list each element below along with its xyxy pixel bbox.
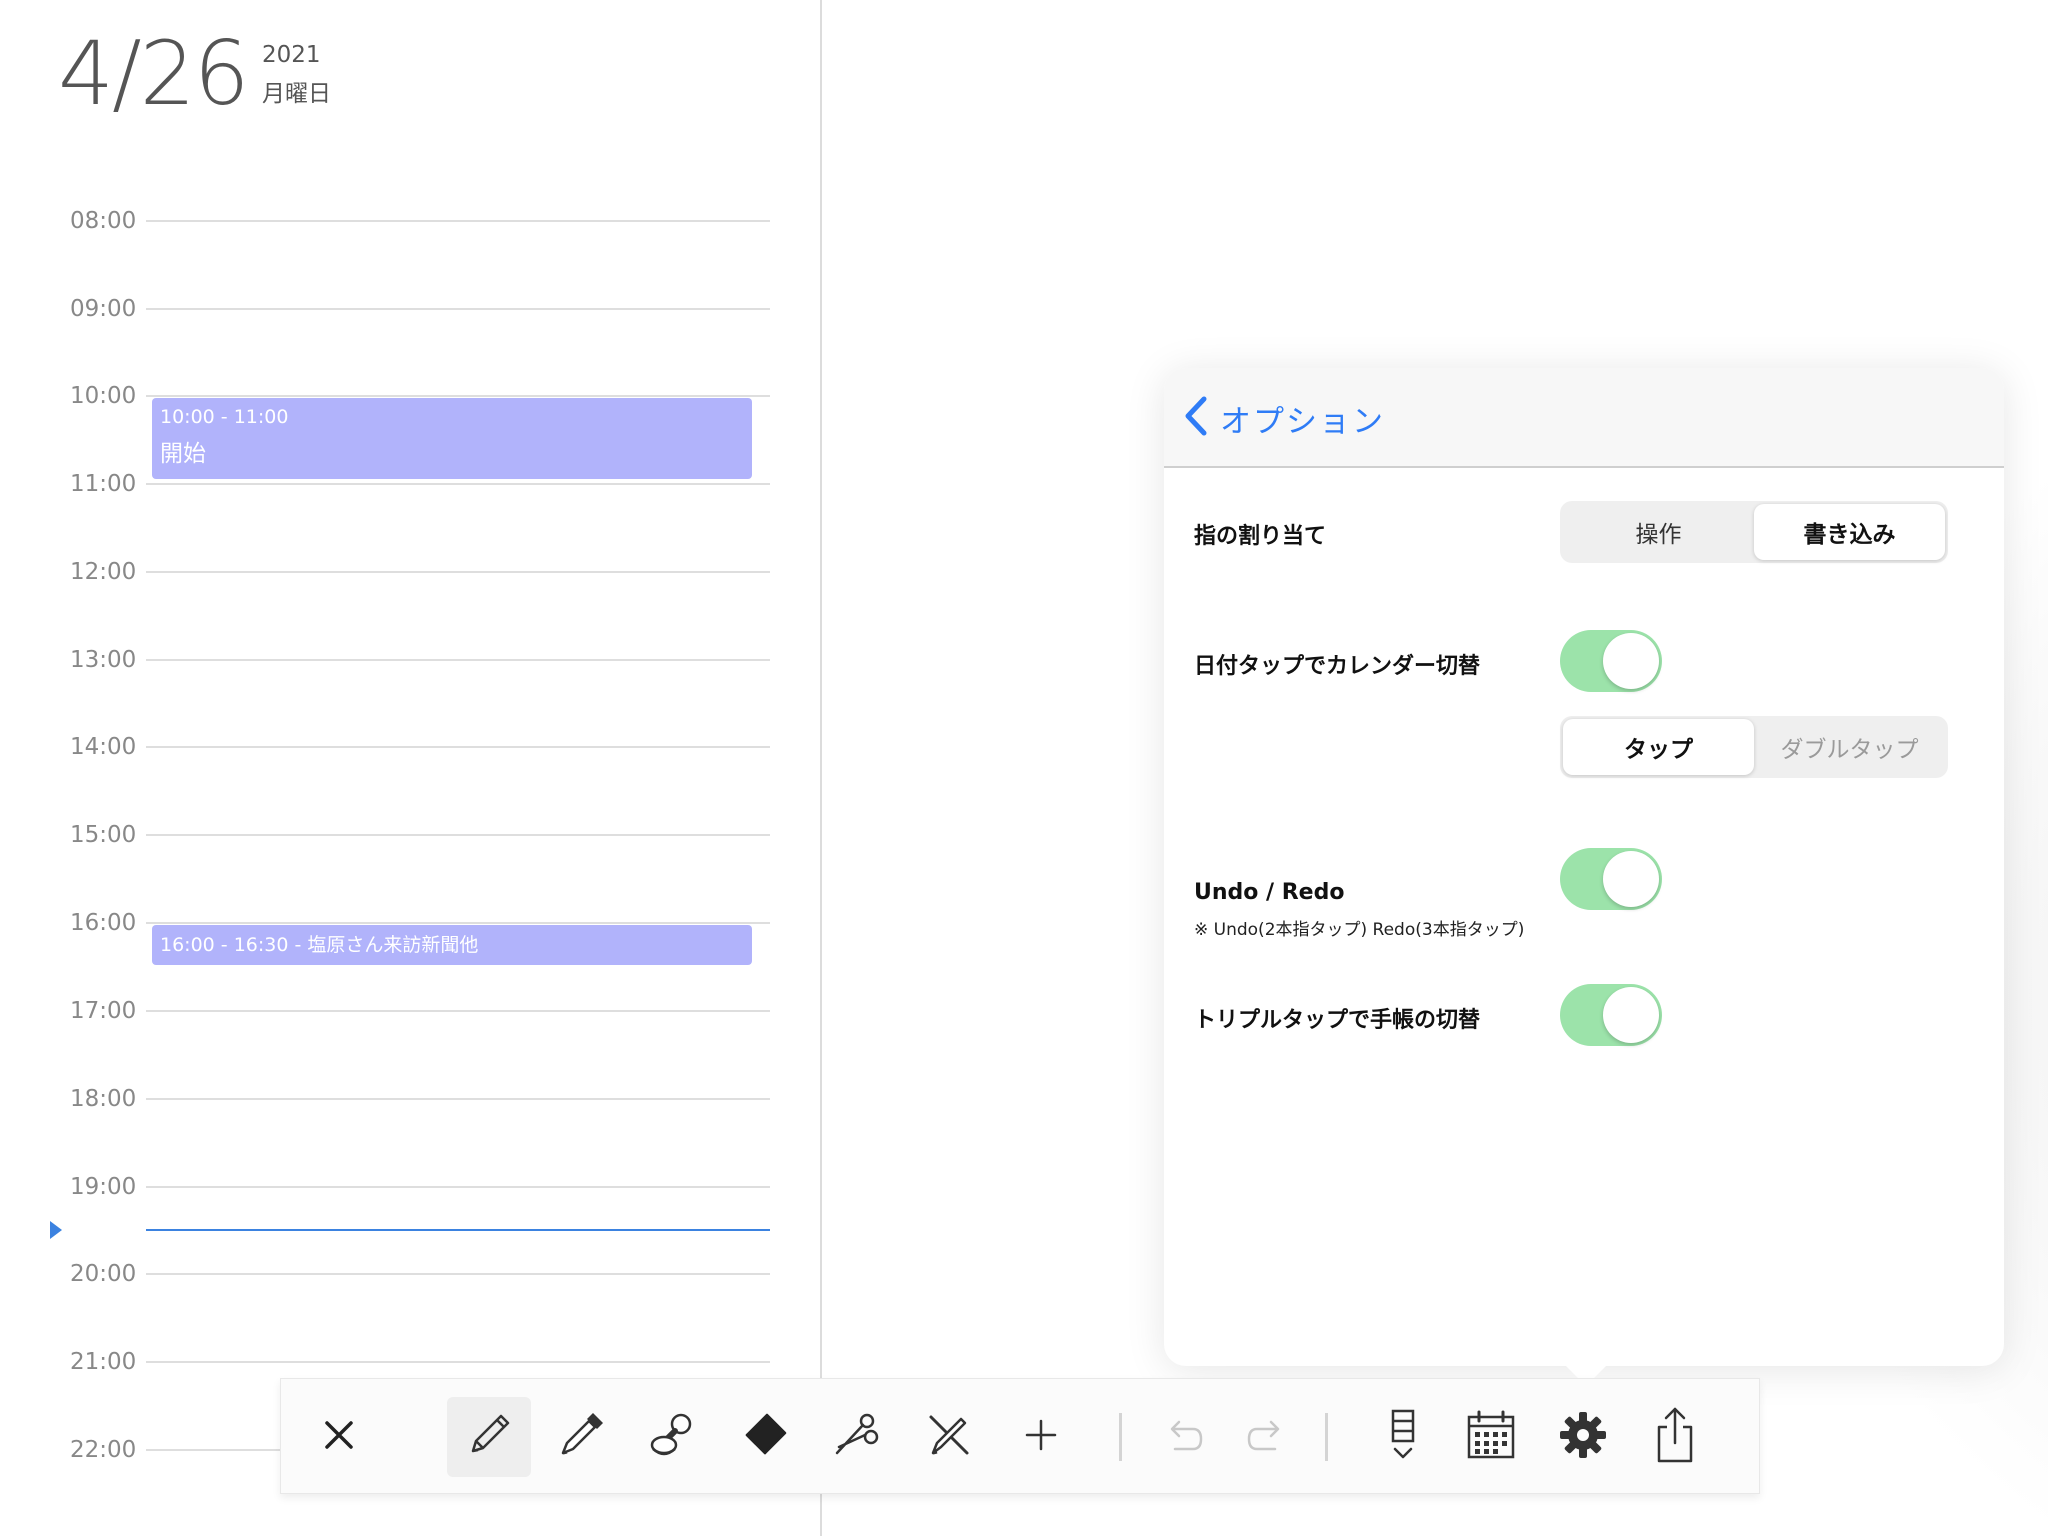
settings-button[interactable] — [1541, 1397, 1625, 1477]
hour-line — [146, 220, 770, 222]
toolbar-separator — [1119, 1413, 1122, 1461]
event-title: 開始 — [160, 441, 206, 467]
undo-redo-label: Undo / Redo — [1194, 880, 1345, 905]
triple-tap-toggle[interactable] — [1560, 984, 1662, 1046]
segment-option-double-tap[interactable]: ダブルタップ — [1754, 719, 1945, 775]
stamp-icon — [645, 1407, 701, 1467]
hour-label: 13:00 — [70, 647, 137, 673]
hour-label: 19:00 — [70, 1174, 137, 1200]
calendar-event[interactable]: 10:00 - 11:00 開始 — [152, 398, 752, 479]
undo-button[interactable] — [1141, 1397, 1225, 1477]
hour-label: 21:00 — [70, 1349, 137, 1375]
undo-redo-note: ※ Undo(2本指タップ) Redo(3本指タップ) — [1194, 920, 1525, 940]
toggle-knob — [1603, 633, 1659, 689]
hour-label: 12:00 — [70, 559, 137, 585]
stamp-tool[interactable] — [631, 1397, 715, 1477]
tap-mode-segment: タップ ダブルタップ — [1560, 716, 1948, 778]
hour-label: 17:00 — [70, 998, 137, 1024]
pen-icon — [553, 1407, 609, 1467]
finger-assignment-segment: 操作 書き込み — [1560, 501, 1948, 563]
hour-line — [146, 1273, 770, 1275]
event-time: 10:00 - 11:00 — [160, 406, 289, 428]
gear-icon — [1557, 1409, 1609, 1465]
hour-line — [146, 483, 770, 485]
current-time-marker-icon — [50, 1221, 62, 1239]
pencil-tool[interactable] — [447, 1397, 531, 1477]
hour-line — [146, 1186, 770, 1188]
close-button[interactable] — [297, 1397, 381, 1477]
hour-label: 18:00 — [70, 1086, 137, 1112]
toggle-knob — [1603, 987, 1659, 1043]
hour-label: 11:00 — [70, 471, 137, 497]
hour-line — [146, 1361, 770, 1363]
date-tap-calendar-label: 日付タップでカレンダー切替 — [1194, 654, 1481, 679]
back-button[interactable]: オプション — [1184, 396, 1385, 440]
hour-label: 10:00 — [70, 383, 137, 409]
hour-label: 08:00 — [70, 208, 137, 234]
undo-redo-toggle[interactable] — [1560, 848, 1662, 910]
calendar-icon — [1463, 1407, 1519, 1467]
chevron-left-icon — [1184, 396, 1208, 440]
hour-line — [146, 395, 770, 397]
day-page: 4/26 2021 月曜日 08:00 09:00 10:00 11:00 12… — [0, 0, 820, 1536]
hour-line — [146, 1098, 770, 1100]
bottom-toolbar — [280, 1378, 1760, 1494]
hour-line — [146, 308, 770, 310]
hour-label: 16:00 — [70, 910, 137, 936]
eraser-tool[interactable] — [723, 1397, 807, 1477]
ruler-pen-icon — [921, 1407, 977, 1467]
hour-label: 15:00 — [70, 822, 137, 848]
segment-option-operate[interactable]: 操作 — [1563, 504, 1754, 560]
options-popover: オプション 指の割り当て 操作 書き込み 日付タップでカレンダー切替 タップ ダ… — [1164, 368, 2004, 1366]
day-view-button[interactable] — [1361, 1397, 1445, 1477]
scissors-tool[interactable] — [815, 1397, 899, 1477]
hour-line — [146, 1010, 770, 1012]
calendar-button[interactable] — [1449, 1397, 1533, 1477]
hour-line — [146, 746, 770, 748]
share-button[interactable] — [1633, 1397, 1717, 1477]
redo-button[interactable] — [1225, 1397, 1309, 1477]
close-icon — [321, 1417, 357, 1457]
date-weekday: 月曜日 — [262, 81, 331, 107]
date-year: 2021 — [262, 42, 321, 68]
hour-label: 22:00 — [70, 1437, 137, 1463]
popover-header: オプション — [1164, 368, 2004, 468]
scissors-icon — [829, 1407, 885, 1467]
ruler-pen-tool[interactable] — [907, 1397, 991, 1477]
hour-line — [146, 834, 770, 836]
hour-line — [146, 659, 770, 661]
day-view-icon — [1379, 1405, 1427, 1469]
segment-option-write[interactable]: 書き込み — [1754, 504, 1945, 560]
date-tap-calendar-toggle[interactable] — [1560, 630, 1662, 692]
redo-icon — [1243, 1411, 1291, 1463]
toolbar-separator — [1325, 1413, 1328, 1461]
calendar-event[interactable]: 16:00 - 16:30 - 塩原さん来訪新聞他 — [152, 925, 752, 965]
date-day[interactable]: 4/26 — [58, 22, 250, 125]
plus-icon — [1021, 1415, 1061, 1459]
hour-label: 09:00 — [70, 296, 137, 322]
segment-option-tap[interactable]: タップ — [1563, 719, 1754, 775]
hour-label: 14:00 — [70, 734, 137, 760]
add-button[interactable] — [999, 1397, 1083, 1477]
toggle-knob — [1603, 851, 1659, 907]
eraser-icon — [737, 1407, 793, 1467]
pen-tool[interactable] — [539, 1397, 623, 1477]
back-label: オプション — [1220, 403, 1385, 440]
pencil-icon — [461, 1407, 517, 1467]
hour-line — [146, 571, 770, 573]
finger-assignment-label: 指の割り当て — [1194, 524, 1327, 549]
current-time-line — [146, 1229, 770, 1231]
share-icon — [1651, 1405, 1699, 1469]
undo-icon — [1159, 1411, 1207, 1463]
hour-label: 20:00 — [70, 1261, 137, 1287]
triple-tap-label: トリプルタップで手帳の切替 — [1194, 1008, 1481, 1033]
hour-line — [146, 922, 770, 924]
